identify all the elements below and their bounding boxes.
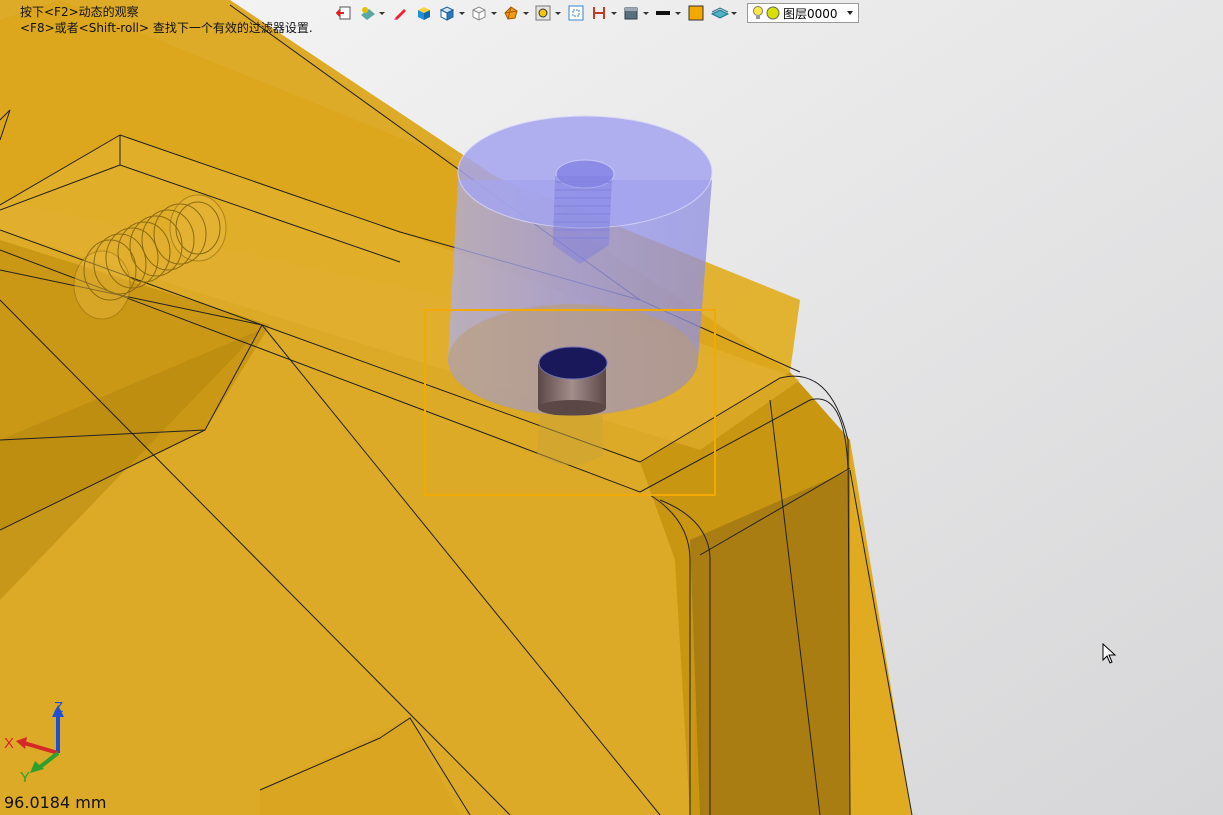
pencil-icon[interactable] [389, 3, 411, 23]
surface-icon[interactable] [621, 3, 651, 23]
layer-select[interactable]: 图层0000 [747, 3, 859, 23]
wire-cube-icon[interactable] [469, 3, 499, 23]
chevron-down-icon [847, 11, 853, 15]
hint-line-2: <F8>或者<Shift-roll> 查找下一个有效的过滤器设置. [20, 21, 313, 35]
model-scene[interactable] [0, 0, 1223, 815]
dimension-icon[interactable] [589, 3, 619, 23]
x-axis-label: X [4, 735, 14, 752]
layer-color-icon [766, 6, 780, 20]
cube-shaded-icon[interactable] [413, 3, 435, 23]
layer-name: 图层0000 [783, 6, 838, 21]
snap-icon[interactable] [533, 3, 563, 23]
axis-triad: Z X Y [4, 699, 64, 785]
frame-icon[interactable] [565, 3, 587, 23]
y-axis-label: Y [20, 769, 30, 785]
plane-icon[interactable] [709, 3, 739, 23]
render-icon[interactable] [501, 3, 531, 23]
toolbar: 图层0000 [333, 2, 859, 24]
z-axis-label: Z [54, 699, 63, 716]
scale-readout: 96.0184 mm [4, 793, 107, 812]
filter-icon[interactable] [357, 3, 387, 23]
view-cube-icon[interactable] [437, 3, 467, 23]
3d-viewport[interactable]: 按下<F2>动态的观察 <F8>或者<Shift-roll> 查找下一个有效的过… [0, 0, 1223, 815]
exit-icon[interactable] [333, 3, 355, 23]
mouse-cursor-icon [1102, 643, 1117, 664]
line-style-icon[interactable] [653, 3, 683, 23]
hint-line-1: 按下<F2>动态的观察 [20, 5, 139, 19]
color-swatch[interactable] [685, 3, 707, 23]
bulb-icon[interactable] [752, 5, 764, 21]
